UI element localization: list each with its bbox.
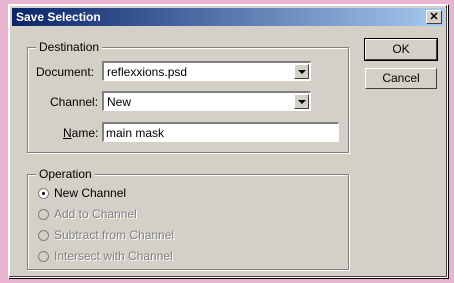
cancel-button[interactable]: Cancel [365, 68, 437, 89]
name-field[interactable] [102, 122, 339, 142]
ok-button[interactable]: OK [364, 38, 438, 61]
chevron-down-icon[interactable] [294, 94, 309, 109]
radio-button[interactable] [38, 230, 49, 241]
radio-button[interactable] [38, 209, 49, 220]
chevron-down-icon[interactable] [294, 64, 309, 79]
save-selection-dialog: Save Selection ✕ OK Cancel Destination D… [8, 4, 448, 278]
name-label: Name: [63, 126, 99, 140]
radio-label: Add to Channel [54, 207, 137, 221]
channel-label: Channel: [50, 95, 99, 109]
radio-label: Subtract from Channel [54, 228, 175, 242]
radio-label: Intersect with Channel [54, 249, 173, 263]
destination-group: Destination Document: reflexxions.psd Ch… [27, 40, 349, 153]
channel-select-value: New [107, 95, 132, 109]
document-label: Document: [36, 65, 95, 79]
title-bar[interactable]: Save Selection ✕ [12, 8, 444, 26]
document-select[interactable]: reflexxions.psd [102, 61, 311, 81]
channel-select[interactable]: New [102, 91, 311, 111]
dialog-title: Save Selection [16, 10, 101, 24]
radio-button[interactable] [38, 188, 49, 199]
operation-legend: Operation [36, 167, 95, 181]
destination-legend: Destination [36, 40, 103, 54]
document-select-value: reflexxions.psd [107, 65, 188, 79]
close-icon: ✕ [429, 11, 439, 23]
close-button[interactable]: ✕ [426, 10, 442, 24]
radio-label: New Channel [54, 186, 127, 200]
radio-button[interactable] [38, 251, 49, 262]
radio-selected-dot [42, 192, 45, 195]
operation-group: Operation New Channel Add to Channel Sub… [27, 167, 349, 270]
